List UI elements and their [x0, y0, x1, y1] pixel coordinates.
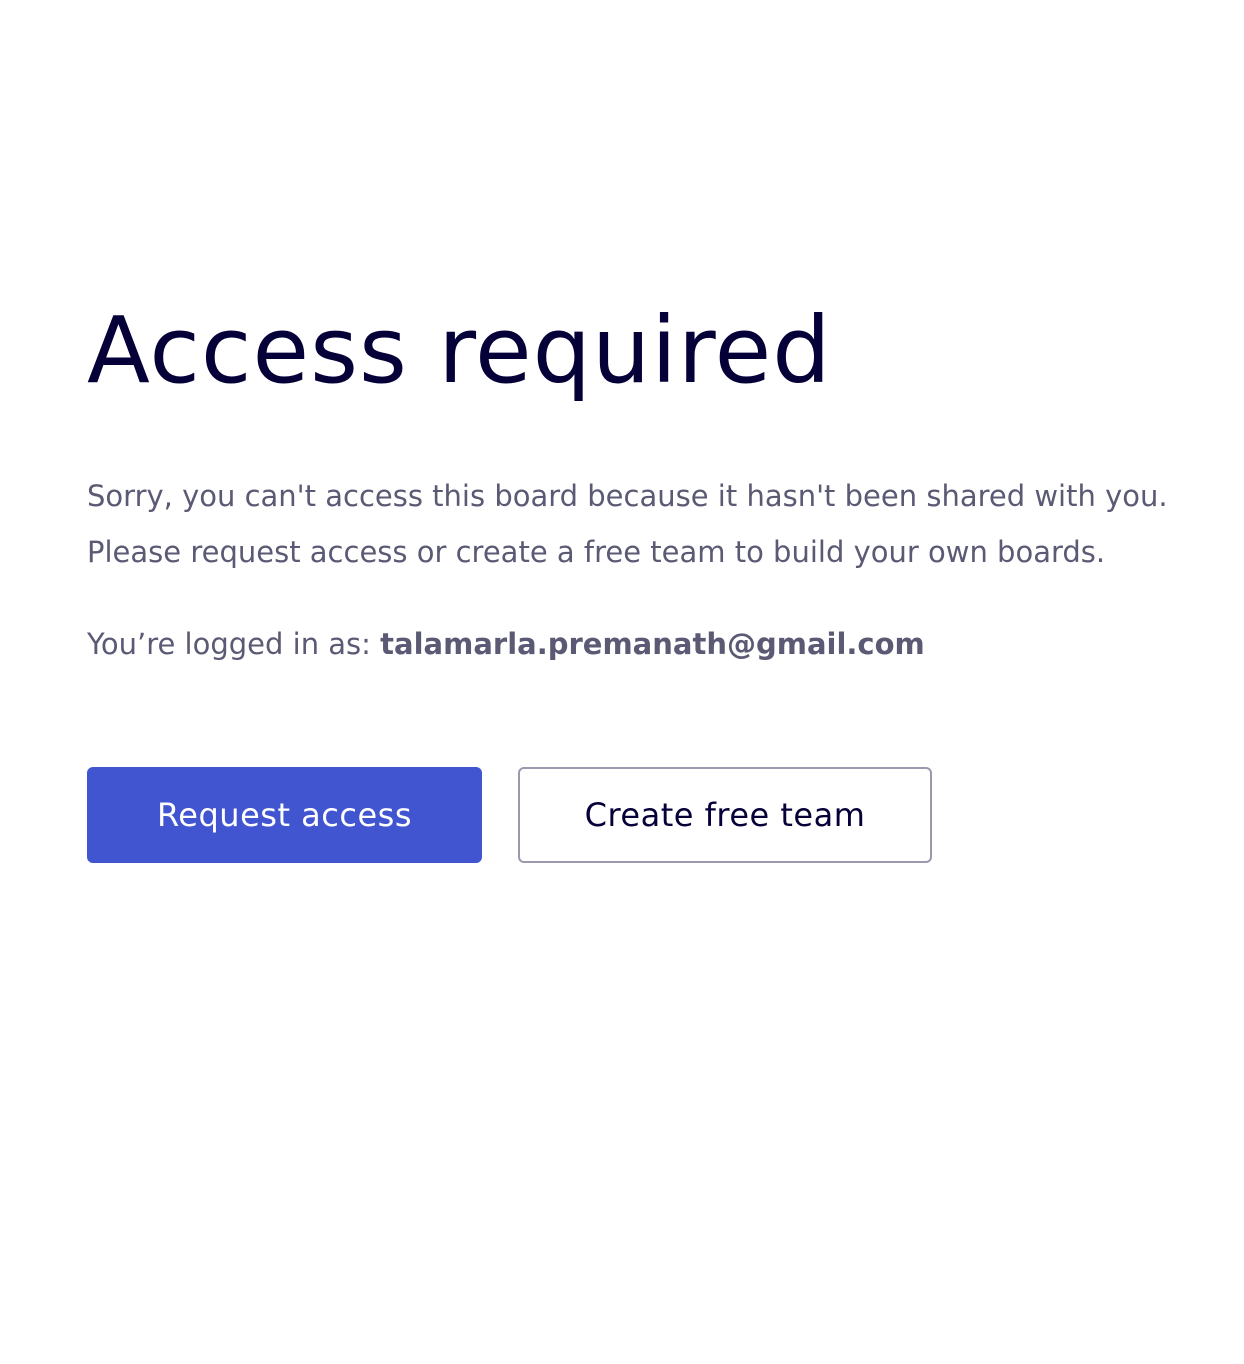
create-free-team-button[interactable]: Create free team — [518, 767, 932, 863]
logged-in-label: You’re logged in as: — [87, 627, 381, 661]
access-required-content: Access required Sorry, you can't access … — [87, 296, 1244, 863]
request-access-button[interactable]: Request access — [87, 767, 482, 863]
logged-in-info: You’re logged in as: talamarla.premanath… — [87, 620, 925, 668]
access-message-line-1: Sorry, you can't access this board becau… — [87, 479, 1168, 513]
access-message: Sorry, you can't access this board becau… — [87, 468, 1168, 580]
logged-in-email: talamarla.premanath@gmail.com — [380, 627, 925, 661]
access-message-line-2: Please request access or create a free t… — [87, 535, 1106, 569]
access-required-page: Access required Sorry, you can't access … — [0, 0, 1244, 1364]
action-buttons: Request access Create free team — [87, 767, 932, 863]
page-title: Access required — [87, 297, 832, 404]
